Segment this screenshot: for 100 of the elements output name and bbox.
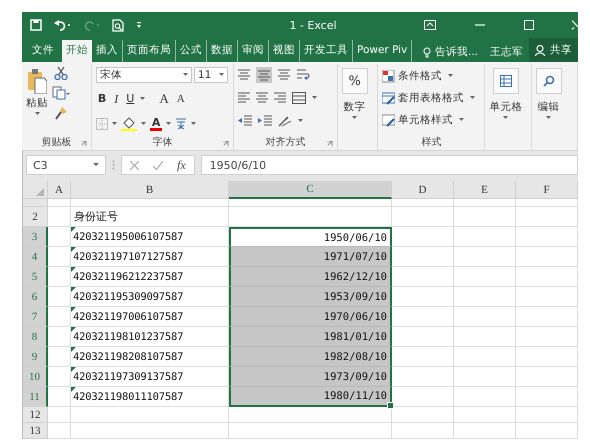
italic-button[interactable]: I: [112, 92, 120, 106]
merge-cells-icon[interactable]: [292, 92, 306, 104]
decrease-font-size-button[interactable]: A: [174, 92, 187, 106]
table-cell[interactable]: 1973/09/10: [229, 367, 392, 387]
table-cell: 420321195309097587: [71, 287, 229, 307]
row-header[interactable]: 4: [23, 247, 48, 267]
column-header[interactable]: B: [71, 181, 229, 199]
save-icon[interactable]: [30, 19, 42, 31]
editing-button[interactable]: 编辑: [536, 64, 562, 120]
scissors-icon[interactable]: [54, 66, 68, 80]
paste-button[interactable]: 粘贴: [26, 64, 48, 116]
table-cell: 420321197107127587: [71, 247, 229, 267]
column-header[interactable]: F: [516, 181, 578, 199]
dropdown-arrow-icon[interactable]: [34, 112, 40, 116]
row-header[interactable]: 9: [23, 347, 48, 367]
align-right-icon[interactable]: [274, 92, 286, 104]
phonetic-guide-icon[interactable]: [175, 117, 188, 130]
maximize-icon[interactable]: [524, 20, 534, 30]
align-left-icon[interactable]: [238, 92, 250, 104]
formula-field[interactable]: 1950/6/10: [200, 155, 578, 175]
dropdown-arrow-icon[interactable]: [312, 96, 318, 100]
customize-toolbar-icon[interactable]: [136, 21, 142, 29]
insert-function-button[interactable]: fx: [177, 158, 186, 172]
cells-button[interactable]: 单元格: [489, 64, 522, 120]
row-header[interactable]: 7: [23, 307, 48, 327]
ribbon-tab[interactable]: 开始: [62, 40, 92, 62]
row-header[interactable]: 5: [23, 267, 48, 287]
row-header[interactable]: 13: [23, 423, 48, 439]
styles-menu-item[interactable]: 套用表格格式: [382, 88, 476, 108]
dropdown-arrow-icon[interactable]: [112, 122, 117, 126]
dropdown-arrow-icon[interactable]: [166, 122, 172, 126]
dropdown-arrow-icon[interactable]: [503, 116, 508, 120]
borders-icon[interactable]: [96, 118, 108, 130]
increase-indent-icon[interactable]: [258, 115, 272, 127]
table-cell[interactable]: 1971/07/10: [229, 247, 392, 267]
dropdown-arrow-icon[interactable]: [191, 122, 196, 126]
copy-icon[interactable]: [52, 86, 70, 100]
table-cell[interactable]: [229, 423, 392, 439]
dialog-launcher-icon[interactable]: [326, 141, 333, 147]
dialog-launcher-icon[interactable]: [223, 141, 230, 147]
align-bottom-icon[interactable]: [278, 69, 290, 81]
row-header[interactable]: 12: [23, 407, 48, 423]
orientation-icon[interactable]: [278, 115, 292, 127]
align-center-icon[interactable]: [256, 92, 268, 104]
fill-handle[interactable]: [387, 402, 394, 409]
column-header[interactable]: D: [392, 181, 454, 199]
font-size-field[interactable]: 11: [194, 67, 228, 83]
ribbon-display-icon[interactable]: [424, 20, 436, 30]
row-header[interactable]: 2: [23, 207, 48, 227]
group-label: 样式: [421, 137, 442, 148]
number-format-button[interactable]: % 数字: [342, 64, 368, 120]
dropdown-arrow-icon[interactable]: [140, 122, 146, 126]
fill-color-icon[interactable]: [120, 116, 137, 130]
column-header[interactable]: A: [48, 181, 71, 199]
font-name-field[interactable]: 宋体: [96, 67, 192, 83]
align-top-icon[interactable]: [238, 69, 250, 81]
drag-handle-icon[interactable]: [112, 160, 115, 170]
table-cell[interactable]: 1962/12/10: [229, 267, 392, 287]
table-cell: [392, 347, 454, 367]
styles-menu-item[interactable]: 单元格样式: [382, 110, 464, 130]
row-header[interactable]: 3: [23, 227, 48, 247]
table-cell[interactable]: [229, 407, 392, 423]
undo-icon[interactable]: [54, 19, 72, 31]
font-color-button[interactable]: A: [150, 116, 162, 130]
table-cell: [454, 387, 516, 407]
close-icon[interactable]: [572, 20, 578, 30]
bold-button[interactable]: B: [96, 92, 108, 106]
column-header[interactable]: C: [229, 181, 392, 199]
align-middle-icon[interactable]: [256, 67, 272, 83]
dropdown-arrow-icon[interactable]: [298, 119, 304, 123]
wrap-text-icon[interactable]: [296, 69, 310, 81]
row-header[interactable]: 11: [23, 387, 48, 407]
user-name[interactable]: 王志军: [484, 42, 529, 62]
table-cell[interactable]: 1970/06/10: [229, 307, 392, 327]
name-box[interactable]: C3: [26, 155, 106, 175]
dropdown-arrow-icon[interactable]: [546, 116, 552, 120]
decrease-indent-icon[interactable]: [238, 115, 252, 127]
underline-button[interactable]: U: [124, 92, 136, 106]
table-cell[interactable]: 1982/08/10: [229, 347, 392, 367]
print-preview-icon[interactable]: [112, 18, 124, 32]
table-cell[interactable]: 1981/01/10: [229, 327, 392, 347]
table-cell[interactable]: 1953/09/10: [229, 287, 392, 307]
row-header[interactable]: 6: [23, 287, 48, 307]
dialog-launcher-icon[interactable]: [80, 141, 87, 147]
increase-font-size-button[interactable]: A: [157, 92, 171, 106]
row-header[interactable]: 8: [23, 327, 48, 347]
format-painter-icon[interactable]: [54, 106, 68, 120]
dropdown-arrow-icon[interactable]: [182, 73, 188, 77]
share-button[interactable]: 共享: [529, 38, 578, 62]
tell-me-search[interactable]: 告诉我...: [416, 42, 484, 62]
table-cell: [516, 407, 578, 423]
table-cell: [454, 423, 516, 439]
styles-menu-item[interactable]: 条件格式: [382, 66, 454, 86]
column-header[interactable]: E: [454, 181, 516, 199]
dropdown-arrow-icon[interactable]: [218, 73, 224, 77]
table-cell[interactable]: 1950/06/10: [229, 227, 392, 247]
dropdown-arrow-icon[interactable]: [140, 96, 146, 100]
row-header[interactable]: 10: [23, 367, 48, 387]
table-cell[interactable]: 1980/11/10: [229, 387, 392, 407]
ribbon-tab[interactable]: 文件: [28, 40, 58, 62]
